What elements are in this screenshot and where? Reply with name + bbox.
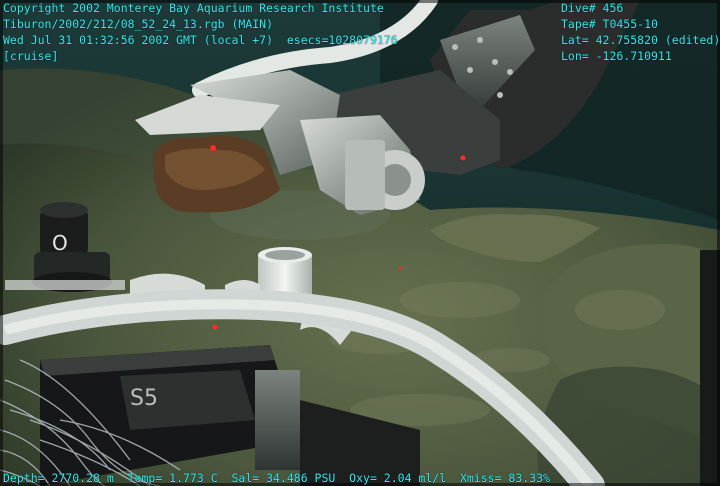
mode-text: [cruise]: [3, 49, 59, 63]
svg-text:O: O: [52, 231, 68, 255]
longitude-readout: Lon= -126.710911: [561, 49, 672, 63]
tape-number: Tape# T0455-10: [561, 17, 658, 31]
latitude-readout: Lat= 42.755820 (edited): [561, 33, 720, 47]
overlay-top-left: Copyright 2002 Monterey Bay Aquarium Res…: [3, 0, 398, 64]
datetime-text: Wed Jul 31 01:32:56 2002 GMT (local +7) …: [3, 33, 398, 47]
file-path-text: Tiburon/2002/212/08_52_24_13.rgb (MAIN): [3, 17, 274, 31]
telemetry-text: Depth= 2770.28 m Temp= 1.773 C Sal= 34.4…: [3, 471, 550, 485]
tray-label: S5: [130, 386, 158, 411]
dive-number: Dive# 456: [561, 1, 624, 15]
copyright-text: Copyright 2002 Monterey Bay Aquarium Res…: [3, 1, 384, 15]
video-frame: O S5 Copyright 2002 Monterey Bay Aquariu…: [0, 0, 720, 486]
underwater-scene: O S5: [0, 0, 720, 486]
telemetry-bar: Depth= 2770.28 m Temp= 1.773 C Sal= 34.4…: [3, 470, 550, 486]
overlay-top-right: Dive# 456 Tape# T0455-10 Lat= 42.755820 (e…: [561, 0, 720, 64]
